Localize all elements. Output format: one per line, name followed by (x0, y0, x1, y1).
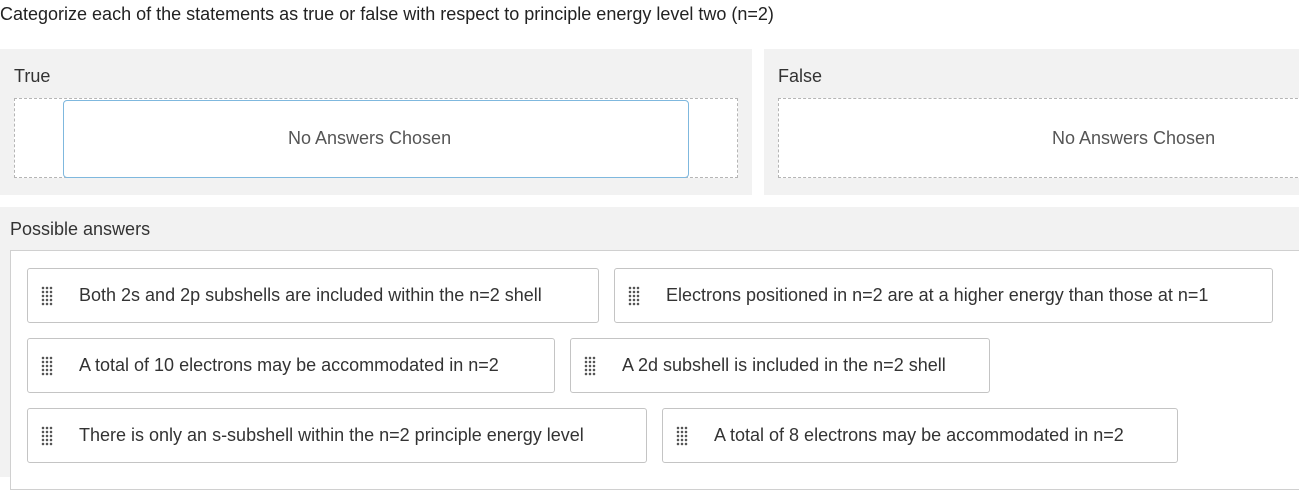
answer-label: A 2d subshell is included in the n=2 she… (622, 355, 946, 375)
drag-handle-icon[interactable] (41, 425, 53, 446)
drag-handle-icon[interactable] (584, 355, 596, 376)
false-empty-text: No Answers Chosen (1052, 128, 1216, 148)
answer-label: A total of 8 electrons may be accommodat… (714, 425, 1124, 445)
possible-answers-section: Possible answers Both 2s and 2p subshell… (0, 207, 1299, 490)
bucket-true-title: True (14, 66, 51, 86)
answer-chip[interactable]: A 2d subshell is included in the n=2 she… (570, 338, 990, 393)
possible-answers-title: Possible answers (10, 219, 151, 239)
answer-label: There is only an s-subshell within the n… (79, 425, 584, 445)
question-prompt: Categorize each of the statements as tru… (0, 4, 774, 24)
answer-chip[interactable]: A total of 8 electrons may be accommodat… (662, 408, 1178, 463)
drag-handle-icon[interactable] (41, 285, 53, 306)
bucket-false: False No Answers Chosen (764, 49, 1299, 195)
bucket-true: True No Answers Chosen (0, 49, 752, 195)
answer-label: Electrons positioned in n=2 are at a hig… (666, 285, 1209, 305)
true-dropzone[interactable]: No Answers Chosen (14, 98, 738, 178)
bucket-false-title: False (778, 66, 823, 86)
answer-label: A total of 10 electrons may be accommoda… (79, 355, 499, 375)
true-empty-text: No Answers Chosen (288, 128, 452, 148)
answer-chip[interactable]: Electrons positioned in n=2 are at a hig… (614, 268, 1273, 323)
drag-handle-icon[interactable] (628, 285, 640, 306)
answer-chip[interactable]: A total of 10 electrons may be accommoda… (27, 338, 555, 393)
answer-pool[interactable]: Both 2s and 2p subshells are included wi… (10, 250, 1299, 490)
drag-handle-icon[interactable] (41, 355, 53, 376)
answer-label: Both 2s and 2p subshells are included wi… (79, 285, 542, 305)
answer-chip[interactable]: Both 2s and 2p subshells are included wi… (27, 268, 599, 323)
false-dropzone[interactable]: No Answers Chosen (778, 98, 1299, 178)
drag-handle-icon[interactable] (676, 425, 688, 446)
answer-chip[interactable]: There is only an s-subshell within the n… (27, 408, 647, 463)
